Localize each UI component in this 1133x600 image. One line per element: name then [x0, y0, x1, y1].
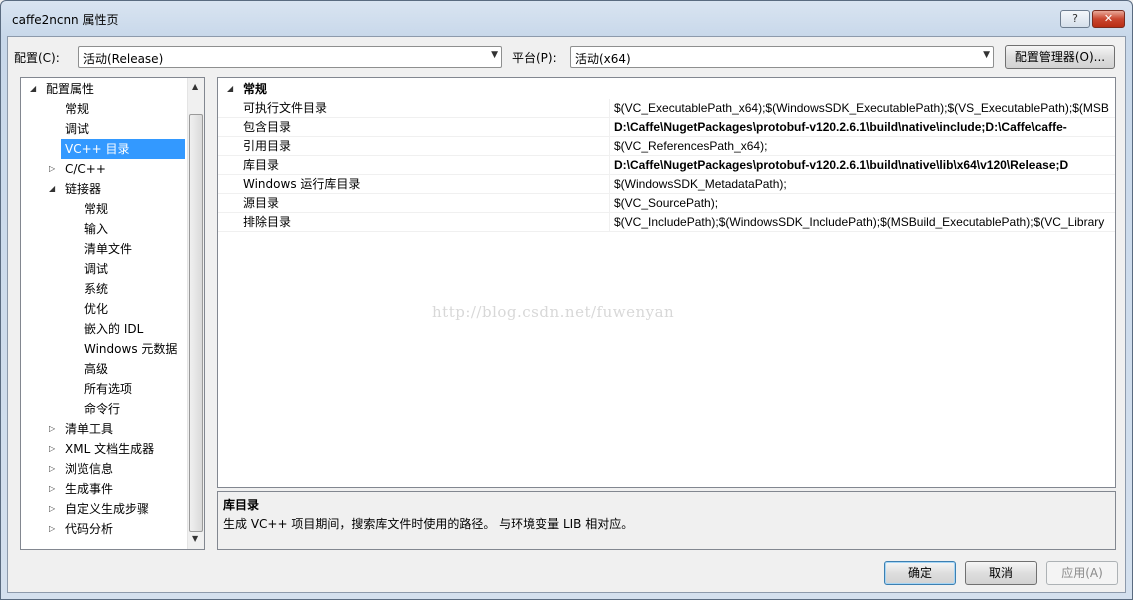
- property-row[interactable]: 引用目录 $(VC_ReferencesPath_x64);: [218, 137, 1115, 156]
- tree-item[interactable]: 生成事件: [61, 479, 113, 499]
- window-title: caffe2ncnn 属性页: [12, 13, 119, 27]
- expand-icon[interactable]: ▷: [49, 484, 55, 493]
- tree-item[interactable]: 自定义生成步骤: [61, 499, 149, 519]
- property-name: Windows 运行库目录: [243, 177, 361, 191]
- watermark: http://blog.csdn.net/fuwenyan: [432, 303, 675, 321]
- tree-item[interactable]: 代码分析: [61, 519, 113, 539]
- dialog-client-area: 配置(C): 活动(Release) ▼ 平台(P): 活动(x64) ▼ 配置…: [7, 36, 1126, 593]
- tree-item[interactable]: 优化: [80, 299, 108, 319]
- property-value[interactable]: $(VC_IncludePath);$(WindowsSDK_IncludePa…: [614, 213, 1104, 232]
- property-name: 引用目录: [243, 139, 292, 153]
- config-manager-button[interactable]: 配置管理器(O)...: [1005, 45, 1115, 69]
- tree-scrollbar[interactable]: ▲ ▼: [187, 78, 204, 549]
- config-dropdown[interactable]: 活动(Release) ▼: [78, 46, 502, 68]
- expand-icon[interactable]: ▷: [49, 424, 55, 433]
- column-divider: [609, 99, 610, 118]
- property-value[interactable]: $(VC_ReferencesPath_x64);: [614, 137, 767, 156]
- tree-item[interactable]: 调试: [61, 119, 89, 139]
- tree-item[interactable]: 系统: [80, 279, 108, 299]
- column-divider: [609, 213, 610, 232]
- description-panel: 库目录 生成 VC++ 项目期间，搜索库文件时使用的路径。 与环境变量 LIB …: [217, 491, 1116, 550]
- property-name: 包含目录: [243, 120, 292, 134]
- column-divider: [609, 175, 610, 194]
- close-button[interactable]: ✕: [1092, 10, 1125, 28]
- cancel-button[interactable]: 取消: [965, 561, 1037, 585]
- tree-item[interactable]: 调试: [80, 259, 108, 279]
- property-name: 库目录: [243, 158, 280, 172]
- tree-item[interactable]: 配置属性: [42, 79, 94, 99]
- column-divider: [609, 194, 610, 213]
- expand-icon[interactable]: ▷: [49, 464, 55, 473]
- property-pages-window: caffe2ncnn 属性页 ? ✕ 配置(C): 活动(Release) ▼ …: [0, 0, 1133, 600]
- config-value: 活动(Release): [83, 52, 164, 66]
- tree-item[interactable]: 常规: [61, 99, 89, 119]
- expand-icon[interactable]: ▷: [49, 444, 55, 453]
- column-divider: [609, 118, 610, 137]
- property-grid: ◢ 常规 可执行文件目录 $(VC_ExecutablePath_x64);$(W…: [217, 77, 1116, 488]
- column-divider: [609, 137, 610, 156]
- tree-item[interactable]: 链接器: [61, 179, 101, 199]
- config-label: 配置(C):: [14, 51, 60, 65]
- property-value[interactable]: D:\Caffe\NugetPackages\protobuf-v120.2.6…: [614, 156, 1068, 175]
- tree-item[interactable]: C/C++: [61, 159, 106, 179]
- collapse-icon[interactable]: ◢: [227, 84, 233, 93]
- property-name: 排除目录: [243, 215, 292, 229]
- collapse-icon[interactable]: ◢: [30, 84, 36, 93]
- column-divider: [609, 156, 610, 175]
- description-title: 库目录: [223, 498, 260, 512]
- chevron-down-icon: ▼: [491, 50, 498, 60]
- tree-item[interactable]: 所有选项: [80, 379, 132, 399]
- tree-item[interactable]: 输入: [80, 219, 108, 239]
- property-name: 可执行文件目录: [243, 101, 328, 115]
- scroll-down-icon[interactable]: ▼: [192, 534, 198, 543]
- tree-item[interactable]: 浏览信息: [61, 459, 113, 479]
- property-row[interactable]: Windows 运行库目录 $(WindowsSDK_MetadataPath);: [218, 175, 1115, 194]
- scrollbar-thumb[interactable]: [189, 114, 203, 532]
- tree-item[interactable]: Windows 元数据: [80, 339, 177, 359]
- tree-item[interactable]: 常规: [80, 199, 108, 219]
- apply-button[interactable]: 应用(A): [1046, 561, 1118, 585]
- expand-icon[interactable]: ▷: [49, 164, 55, 173]
- category-header[interactable]: 常规: [243, 80, 267, 99]
- title-bar[interactable]: caffe2ncnn 属性页 ? ✕: [1, 1, 1132, 35]
- property-value[interactable]: D:\Caffe\NugetPackages\protobuf-v120.2.6…: [614, 118, 1067, 137]
- help-button[interactable]: ?: [1060, 10, 1090, 28]
- platform-value: 活动(x64): [575, 52, 631, 66]
- tree-item[interactable]: 高级: [80, 359, 108, 379]
- platform-label: 平台(P):: [512, 51, 557, 65]
- description-text: 生成 VC++ 项目期间，搜索库文件时使用的路径。 与环境变量 LIB 相对应。: [223, 517, 634, 531]
- property-value[interactable]: $(VC_SourcePath);: [614, 194, 718, 213]
- ok-button[interactable]: 确定: [884, 561, 956, 585]
- property-value[interactable]: $(WindowsSDK_MetadataPath);: [614, 175, 787, 194]
- tree-item[interactable]: 清单文件: [80, 239, 132, 259]
- tree-item[interactable]: VC++ 目录: [61, 139, 185, 159]
- property-value[interactable]: $(VC_ExecutablePath_x64);$(WindowsSDK_Ex…: [614, 99, 1109, 118]
- property-tree: ◢ 配置属性 常规 调试 VC++ 目录 ▷ C/C++ ◢ 链接器 常规 输入 清单文件 调试 系统 优化…: [20, 77, 205, 550]
- tree-item[interactable]: XML 文档生成器: [61, 439, 154, 459]
- property-row[interactable]: 源目录 $(VC_SourcePath);: [218, 194, 1115, 213]
- property-row[interactable]: 可执行文件目录 $(VC_ExecutablePath_x64);$(Window…: [218, 99, 1115, 118]
- scroll-up-icon[interactable]: ▲: [192, 82, 198, 91]
- platform-dropdown[interactable]: 活动(x64) ▼: [570, 46, 994, 68]
- property-row[interactable]: 排除目录 $(VC_IncludePath);$(WindowsSDK_Inclu…: [218, 213, 1115, 232]
- tree-item[interactable]: 嵌入的 IDL: [80, 319, 143, 339]
- collapse-icon[interactable]: ◢: [49, 184, 55, 193]
- expand-icon[interactable]: ▷: [49, 524, 55, 533]
- property-row[interactable]: 包含目录 D:\Caffe\NugetPackages\protobuf-v120…: [218, 118, 1115, 137]
- property-row[interactable]: 库目录 D:\Caffe\NugetPackages\protobuf-v120.…: [218, 156, 1115, 175]
- tree-item[interactable]: 清单工具: [61, 419, 113, 439]
- property-name: 源目录: [243, 196, 280, 210]
- tree-item[interactable]: 命令行: [80, 399, 120, 419]
- expand-icon[interactable]: ▷: [49, 504, 55, 513]
- chevron-down-icon: ▼: [983, 50, 990, 60]
